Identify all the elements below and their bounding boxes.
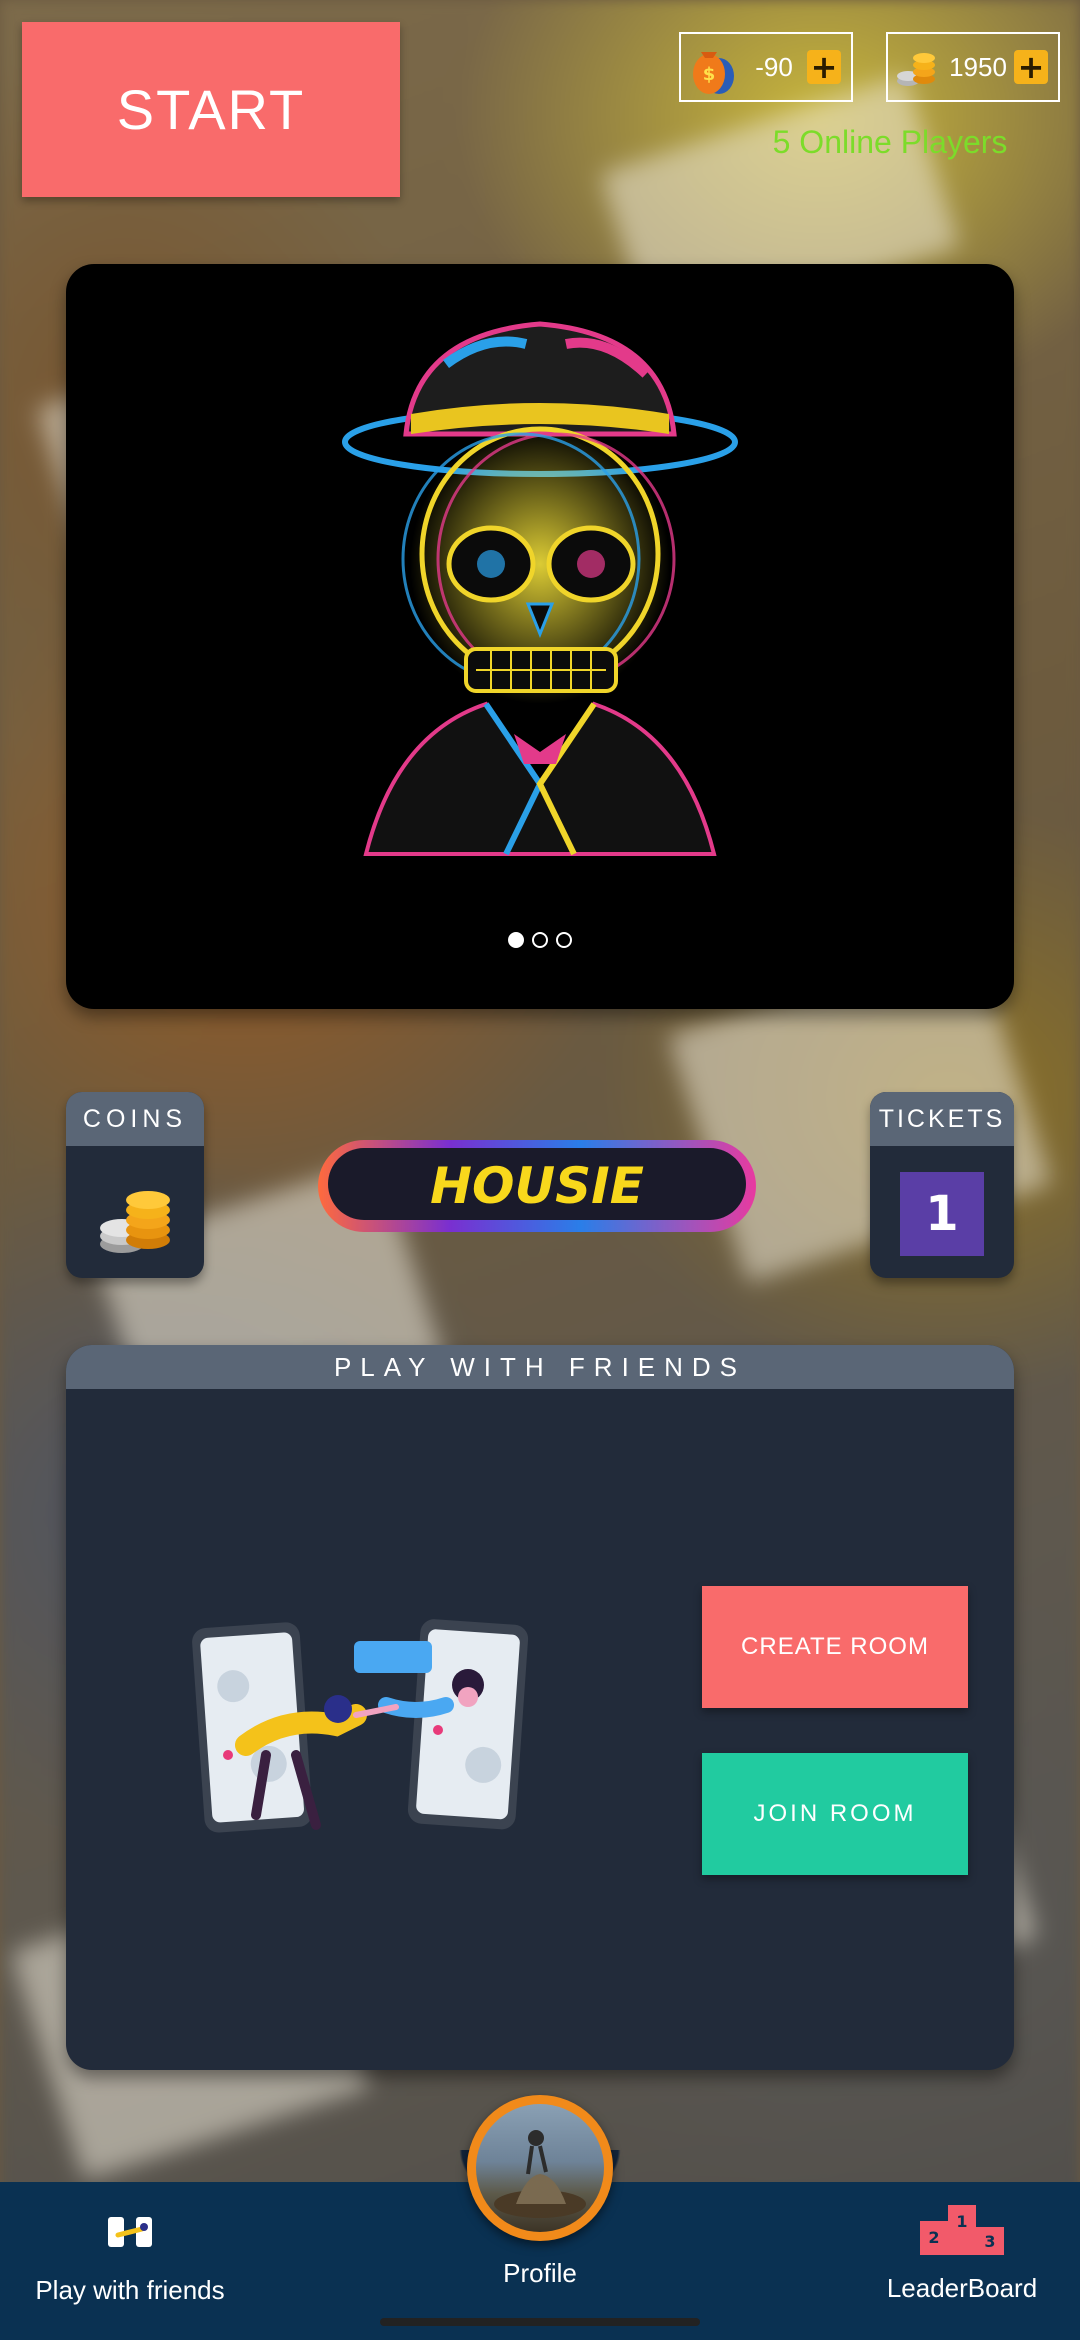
profile-avatar[interactable] <box>467 2095 613 2241</box>
coins-card[interactable]: COINS <box>66 1092 204 1278</box>
carousel-dot-1[interactable] <box>508 932 524 948</box>
add-coins-button[interactable]: + <box>1014 50 1048 84</box>
play-with-friends-title: PLAY WITH FRIENDS <box>66 1345 1014 1389</box>
start-button[interactable]: START <box>22 22 400 197</box>
coin-stack-icon <box>100 1191 170 1253</box>
nav-profile-label: Profile <box>503 2258 577 2288</box>
coin-value: 1950 <box>949 51 1007 82</box>
nav-profile[interactable]: Profile <box>440 2258 640 2289</box>
svg-text:$: $ <box>703 64 716 85</box>
carousel-indicators <box>66 932 1014 948</box>
home-indicator[interactable] <box>380 2318 700 2326</box>
svg-text:1: 1 <box>956 2212 967 2231</box>
skull-artwork <box>342 321 738 856</box>
housie-logo-text: HOUSIE <box>430 1157 644 1215</box>
cash-balance[interactable]: $ -90 + <box>679 32 853 102</box>
housie-logo: HOUSIE <box>318 1140 756 1232</box>
podium-icon: 2 1 3 <box>920 2205 1004 2255</box>
cash-value: -90 <box>755 51 793 82</box>
online-players-count: 5 Online Players <box>772 124 1008 160</box>
coins-card-title: COINS <box>66 1092 204 1146</box>
create-room-button[interactable]: CREATE ROOM <box>702 1586 968 1708</box>
join-room-button[interactable]: JOIN ROOM <box>702 1753 968 1875</box>
coin-stack-icon <box>897 53 935 86</box>
money-bag-icon: $ <box>693 52 734 94</box>
nav-leaderboard-label: LeaderBoard <box>886 2273 1038 2303</box>
nav-play-with-friends-label: Play with friends <box>35 2275 225 2305</box>
carousel-dot-2[interactable] <box>532 932 548 948</box>
nav-play-with-friends[interactable]: Play with friends <box>30 2195 230 2306</box>
svg-text:2: 2 <box>928 2228 939 2247</box>
promo-carousel[interactable] <box>66 264 1014 1009</box>
coin-balance[interactable]: 1950 + <box>886 32 1060 102</box>
carousel-dot-3[interactable] <box>556 932 572 948</box>
tickets-card[interactable]: TICKETS 1 <box>870 1092 1014 1278</box>
play-with-friends-panel: PLAY WITH FRIENDS CREATE ROOM JOIN ROOM <box>66 1345 1014 2070</box>
profile-picture <box>476 2104 604 2232</box>
svg-text:3: 3 <box>984 2232 995 2251</box>
add-cash-button[interactable]: + <box>807 50 841 84</box>
ticket-count: 1 <box>900 1172 984 1256</box>
nav-leaderboard[interactable]: 2 1 3 LeaderBoard <box>862 2195 1062 2304</box>
tickets-card-title: TICKETS <box>870 1092 1014 1146</box>
play-with-friends-icon <box>108 2217 152 2247</box>
friends-on-phones-illustration <box>192 1619 529 1833</box>
